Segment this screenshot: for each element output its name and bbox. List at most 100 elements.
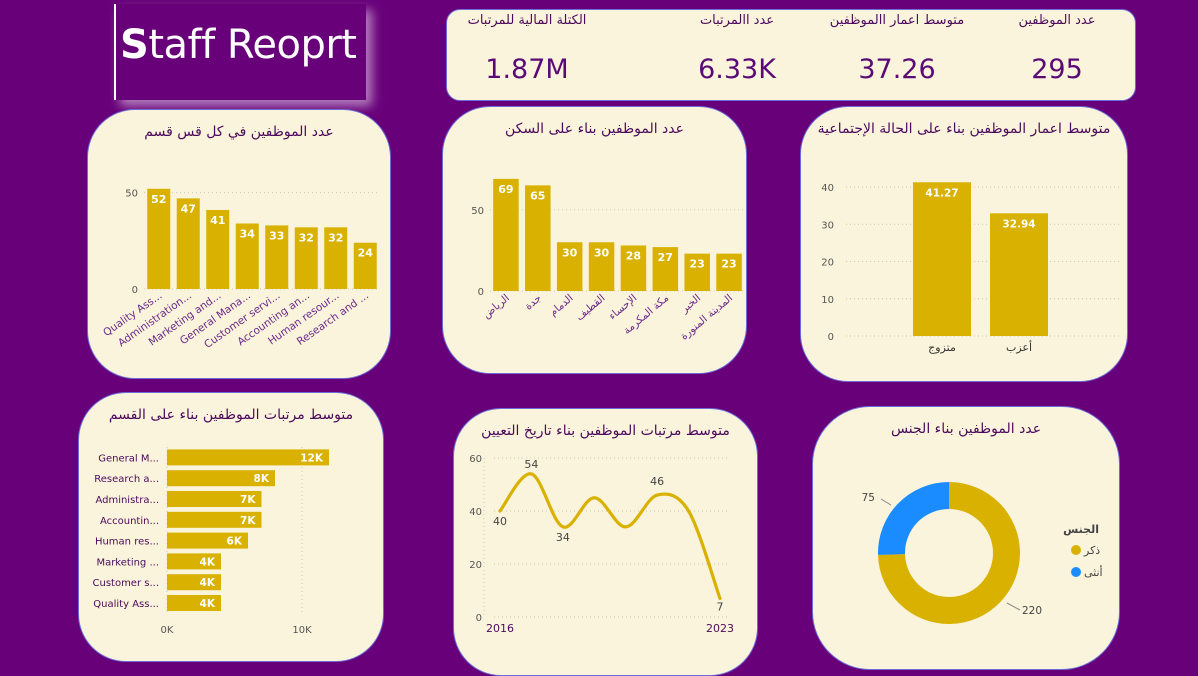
y-tick-label: 0 (476, 613, 482, 624)
data-label: 4K (200, 598, 216, 610)
chart-card-gender: عدد الموظفين بناء الجنس 220 75 الجنس ذكر أنث… (812, 406, 1120, 670)
chart-title: عدد الموظفين في كل قس قسم (144, 124, 334, 140)
y-tick-label: Marketing ... (96, 557, 159, 568)
data-label: 4K (200, 577, 216, 589)
data-label: 46 (650, 475, 664, 488)
report-title-box: Staff Reoprt (114, 4, 366, 100)
chart-card-hire-year: متوسط مرتبات الموظفين بناء تاريخ التعيين… (453, 408, 758, 676)
kpi-value: 295 (1031, 54, 1083, 85)
y-tick-label: 30 (821, 220, 834, 231)
data-label: 24 (358, 247, 374, 260)
data-label: 47 (181, 202, 196, 215)
data-label: 41 (210, 214, 225, 227)
data-label: 28 (626, 250, 641, 263)
data-label: 220 (1022, 605, 1042, 617)
y-tick-label: Research a... (94, 474, 159, 485)
kpi-value: 1.87M (485, 54, 569, 85)
y-tick-label: Human res... (95, 537, 159, 548)
data-label: 41.27 (925, 187, 958, 199)
y-tick-label: 20 (821, 258, 834, 269)
pie-slice (878, 482, 949, 555)
data-label: 34 (556, 531, 570, 544)
bar (990, 213, 1048, 336)
report-title-rest: taff Reoprt (148, 22, 357, 68)
x-tick-label: الخبر (678, 292, 703, 316)
kpi-label: متوسط اعمار االموظفين (829, 13, 965, 28)
data-label: 7K (240, 515, 256, 527)
data-label: 69 (498, 183, 513, 196)
y-tick-label: Administra... (95, 495, 159, 506)
age-by-marital-status-chart[interactable]: 0 10 20 30 40 41.27 متزوج 32.94 أعزب (801, 107, 1128, 382)
data-label: 8K (254, 473, 270, 485)
chart-card-marital: متوسط اعمار الموظفين بناء على الحالة الإ… (800, 106, 1128, 382)
kpi-label: عدد الموظفين (1018, 13, 1096, 28)
data-label: 7K (240, 494, 256, 506)
kpi-value: 37.26 (858, 54, 936, 85)
report-title: Staff Reoprt (120, 22, 357, 68)
legend-label: أنثى (1084, 565, 1103, 579)
y-tick-label: Accountin... (100, 516, 159, 527)
data-label: 4K (200, 556, 216, 568)
kpi-card: الكتلة المالية للمرتبات 1.87M عدد االمرت… (446, 9, 1136, 101)
y-tick-label: 50 (125, 189, 138, 200)
y-tick-label: Customer s... (93, 578, 160, 589)
employees-by-residence-chart[interactable]: 05069الرياض65جدة30الدمام30القطيف28الإحسا… (443, 107, 747, 374)
employees-by-department-chart[interactable]: 050 52Quality Ass...47Administration...41… (88, 110, 391, 379)
y-tick-label: General M... (98, 453, 159, 464)
data-label: 52 (151, 193, 166, 206)
data-label: 30 (562, 246, 578, 259)
salary-by-hire-date-chart[interactable]: 0 20 40 60 40 54 34 46 7 2016 2023 (454, 409, 758, 676)
employees-by-gender-chart[interactable]: 220 75 الجنس ذكر أنثى (813, 407, 1120, 670)
report-title-initial: S (120, 22, 149, 68)
data-label: 32 (328, 231, 343, 244)
legend-marker (1071, 545, 1081, 555)
chart-title: عدد الموظفين بناء على السكن (505, 121, 684, 137)
x-tick-label: 2023 (706, 622, 734, 635)
leader-line (1006, 602, 1021, 611)
data-label: 54 (524, 458, 538, 471)
data-label: 34 (240, 227, 256, 240)
salary-by-department-chart[interactable]: 0K 10K 12K General M... 8K Research a... 7K Adm… (79, 393, 384, 662)
bar (913, 182, 971, 336)
data-label: 6K (227, 536, 243, 548)
data-label: 40 (493, 515, 507, 528)
y-tick-label: 0 (828, 332, 834, 343)
x-tick-label: الرياض (481, 292, 512, 321)
chart-card-residence: عدد الموظفين بناء على السكن 0 50 69 الرياض 6… (442, 106, 747, 374)
chart-card-salary-dept: متوسط مرتبات الموظفين بناء على القسم 0K 1… (78, 392, 384, 662)
x-tick-label: القطيف (574, 292, 608, 323)
legend-title: الجنس (1063, 523, 1099, 536)
x-tick-label: 10K (292, 625, 312, 636)
kpi-label: الكتلة المالية للمرتبات (467, 13, 587, 28)
chart-card-dept-count: عدد الموظفين في كل قس قسم 0 50 52 Quality A… (87, 109, 391, 379)
kpi-value: 6.33K (698, 54, 776, 85)
data-label: 27 (658, 251, 673, 264)
chart-title: متوسط مرتبات الموظفين بناء تاريخ التعيين (481, 423, 730, 439)
data-label: 7 (717, 600, 724, 613)
legend-label: ذكر (1083, 544, 1100, 557)
series-line (498, 472, 722, 601)
x-tick-label: الدمام (547, 292, 575, 319)
x-tick-label: جدة (523, 292, 544, 312)
data-label: 30 (594, 246, 610, 259)
chart-title: متوسط اعمار الموظفين بناء على الحالة الإ… (817, 121, 1111, 137)
data-label: 23 (721, 258, 736, 271)
chart-title: متوسط مرتبات الموظفين بناء على القسم (108, 407, 354, 423)
y-tick-label: Quality Ass... (93, 599, 159, 610)
x-tick-label: 0K (161, 625, 174, 636)
data-label: 12K (300, 452, 324, 464)
x-tick-label: أعزب (1006, 340, 1032, 354)
data-label: 33 (269, 229, 284, 242)
y-tick-label: 0 (478, 287, 484, 298)
y-tick-label: 60 (469, 454, 482, 465)
data-label: 65 (530, 189, 545, 202)
y-tick-label: 0 (132, 285, 138, 296)
leader-line (880, 498, 892, 506)
y-tick-label: 40 (821, 183, 834, 194)
data-label: 32.94 (1002, 218, 1035, 230)
data-label: 32 (299, 231, 314, 244)
legend-marker (1071, 567, 1081, 577)
x-tick-label: متزوج (928, 341, 956, 354)
y-tick-label: 10 (821, 295, 834, 306)
x-tick-label: 2016 (486, 622, 514, 635)
